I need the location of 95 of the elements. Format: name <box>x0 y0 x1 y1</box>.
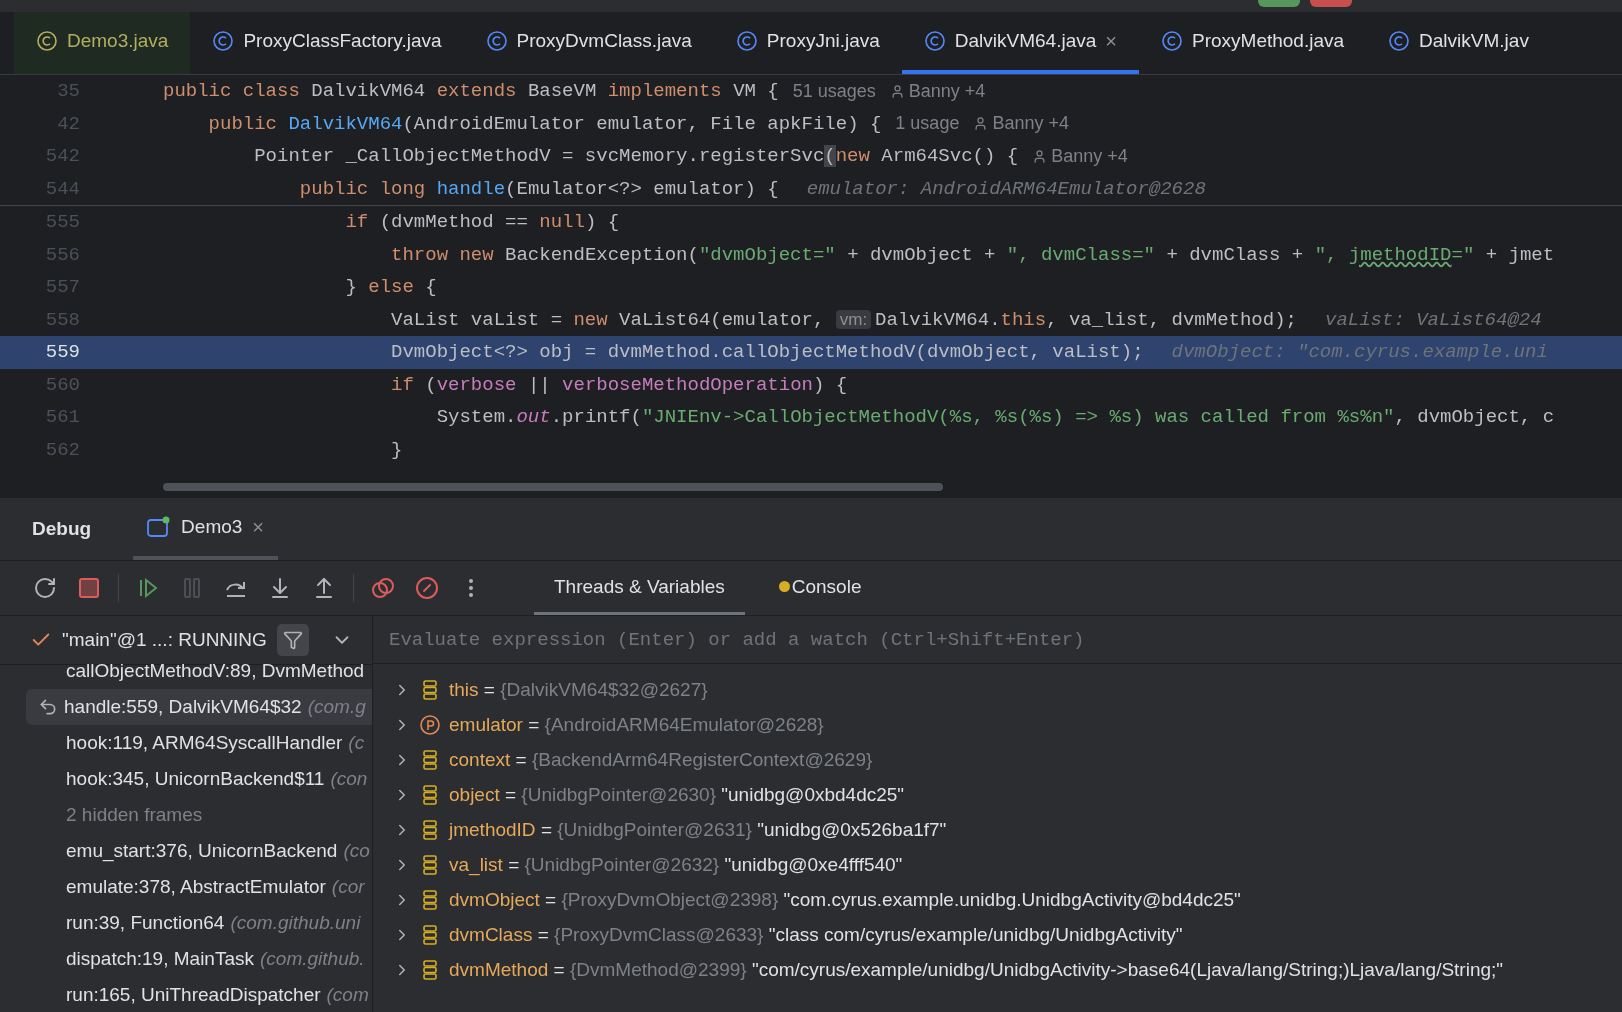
code-line: System.out.printf("JNIEnv->CallObjectMethodV(%s, %s(%s) => %s) was called from %s%n", dvmObject, c <box>435 406 1555 429</box>
stop-widget[interactable] <box>1310 0 1352 7</box>
inline-value-hint: vaList: VaList64@24 <box>1325 308 1542 331</box>
person-icon <box>889 83 905 99</box>
inline-value-hint: emulator: AndroidARM64Emulator@2628 <box>806 177 1206 200</box>
hidden-frames-label: 2 hidden frames <box>66 804 203 826</box>
thread-selector[interactable]: "main"@1 ...: RUNNING <box>30 629 267 651</box>
scrollbar[interactable] <box>163 483 943 491</box>
code-line: } <box>390 438 403 461</box>
frame-location: (c <box>348 732 365 754</box>
run-widget[interactable] <box>1258 0 1300 7</box>
variable-text: dvmMethod = {DvmMethod@2399} "com/cyrus/example/unidbg/UnidbgActivity->base64(Ljava/lang/String;)Ljava/lang/String;" <box>449 958 1504 981</box>
frame-location: (con <box>330 768 368 790</box>
editor-tab[interactable]: ProxyJni.java <box>713 12 902 74</box>
editor-tab[interactable]: ProxyMethod.java <box>1139 12 1367 74</box>
frame-name: run:165, UniThreadDispatcher <box>66 984 321 1006</box>
usages-hint[interactable]: 51 usages <box>792 80 876 102</box>
class-icon <box>36 30 58 52</box>
stack-frame[interactable]: run:39, Function64 (com.github.uni <box>26 905 372 941</box>
stack-frame[interactable]: hook:345, UnicornBackend$11 (con <box>26 761 372 797</box>
class-icon <box>212 30 235 52</box>
editor-tab[interactable]: ProxyClassFactory.java <box>190 12 464 74</box>
code-line: if (dvmMethod == null) { <box>344 211 620 234</box>
frame-name: dispatch:19, MainTask <box>66 948 254 970</box>
author-hint[interactable]: Banny +4 <box>973 113 1069 135</box>
editor-tab[interactable]: DalvikVM64.java × <box>901 12 1139 74</box>
frame-name: handle:559, DalvikVM64$32 <box>64 696 302 718</box>
code-line: VaList vaList = new VaList64(emulator, vm: DalvikVM64.this, va_list, dvmMethod); <box>390 308 1297 331</box>
author-text: Banny +4 <box>992 113 1069 135</box>
class-icon <box>485 30 508 52</box>
frame-name: hook:345, UnicornBackend$11 <box>66 768 325 790</box>
stack-frame[interactable]: handle:559, DalvikVM64$32 (com.g <box>26 689 372 725</box>
return-arrow-icon <box>38 697 58 717</box>
editor-tab[interactable]: Demo3.java <box>14 12 191 74</box>
parameter-icon <box>419 713 441 736</box>
stack-frame[interactable]: hook:119, ARM64SyscallHandler (c <box>26 725 372 761</box>
frame-location: (co <box>343 840 370 862</box>
author-text: Banny +4 <box>908 80 986 102</box>
person-icon <box>1032 148 1048 164</box>
code-line: Pointer _CallObjectMethodV = svcMemory.registerSvc(new Arm64Svc() { <box>253 145 1019 168</box>
code-line: public class DalvikVM64 extends BaseVM implements VM { <box>163 80 779 103</box>
inline-value-hint: dvmObject: "com.cyrus.example.uni <box>1171 341 1548 364</box>
person-icon <box>973 116 989 132</box>
line-number: 559 <box>44 341 80 364</box>
frame-location: (com.github. <box>260 948 365 970</box>
usages-hint[interactable]: 1 usage <box>895 113 960 135</box>
frame-name: emulate:378, AbstractEmulator <box>66 876 326 898</box>
window-icon <box>147 516 172 538</box>
filter-button[interactable] <box>276 624 309 656</box>
stack-frame[interactable]: callObjectMethodV:89, DvmMethod <box>26 653 372 689</box>
author-hint[interactable]: Banny +4 <box>1032 145 1128 167</box>
frame-location: (com.g <box>307 696 366 718</box>
frame-name: emu_start:376, UnicornBackend <box>66 840 338 862</box>
variable-text: va_list = {UnidbgPointer@2632} "unidbg@0xe4fff540" <box>449 853 903 876</box>
status-badge-icon <box>778 581 790 592</box>
class-icon <box>1161 30 1183 52</box>
filter-icon <box>282 630 303 650</box>
variable-text: dvmClass = {ProxyDvmClass@2633} "class com/cyrus/example/unidbg/UnidbgActivity" <box>449 923 1183 946</box>
class-icon <box>923 30 946 52</box>
variable-text: this = {DalvikVM64$32@2627} <box>449 678 708 701</box>
stack-frame[interactable]: dispatch:19, MainTask (com.github. <box>26 941 372 977</box>
panel-title: Debug <box>32 518 92 540</box>
view-tab[interactable]: Threads & Variables <box>534 561 745 615</box>
variable-text: emulator = {AndroidARM64Emulator@2628} <box>449 713 824 736</box>
code-line: DvmObject<?> obj = dvmMethod.callObjectMethodV(dvmObject, vaList); <box>390 341 1144 364</box>
variable-text: object = {UnidbgPointer@2630} "unidbg@0xbd4dc25" <box>449 783 905 806</box>
editor-tab[interactable]: DalvikVM.jav <box>1366 12 1551 74</box>
close-icon[interactable]: × <box>252 515 265 539</box>
frame-name: run:39, Function64 <box>66 912 225 934</box>
frame-location: (com <box>326 984 369 1006</box>
evaluate-field[interactable]: Evaluate expression (Enter) or add a watch (Ctrl+Shift+Enter) <box>373 616 1622 664</box>
stack-frame[interactable]: emulate:378, AbstractEmulator (cor <box>26 869 372 905</box>
variable-text: jmethodID = {UnidbgPointer@2631} "unidbg@0x526ba1f7" <box>449 818 947 841</box>
code-line: throw new BackendException("dvmObject=" + dvmObject + ", dvmClass=" + dvmClass + ", jmethodID=" + jmet <box>390 243 1555 266</box>
class-icon <box>735 30 758 52</box>
variable-text: context = {BackendArm64RegisterContext@2629} <box>449 748 873 771</box>
variable-text: dvmObject = {ProxyDvmObject@2398} "com.cyrus.example.unidbg.UnidbgActivity@bd4dc25" <box>449 888 1241 911</box>
code-line: if (verbose || verboseMethodOperation) { <box>390 373 848 396</box>
editor-tab[interactable]: ProxyDvmClass.java <box>463 12 714 74</box>
frame-location: (cor <box>331 876 365 898</box>
close-icon[interactable]: × <box>1105 29 1117 53</box>
class-icon <box>1388 30 1411 52</box>
session-tab[interactable]: Demo3 × <box>133 498 279 560</box>
stack-frame[interactable]: 2 hidden frames <box>26 797 372 833</box>
code-line: } else { <box>344 276 437 299</box>
code-line: public DalvikVM64(AndroidEmulator emulator, File apkFile) { <box>207 112 882 135</box>
author-hint[interactable]: Banny +4 <box>889 80 986 102</box>
view-tab[interactable]: Console <box>758 561 882 615</box>
frame-name: callObjectMethodV:89, DvmMethod <box>66 660 365 682</box>
code-line: public long handle(Emulator<?> emulator) { <box>298 177 779 200</box>
frame-name: hook:119, ARM64SyscallHandler <box>66 732 343 754</box>
stack-frame[interactable]: run:165, UniThreadDispatcher (com <box>26 977 372 1012</box>
author-text: Banny +4 <box>1051 145 1128 167</box>
stack-frame[interactable]: emu_start:376, UnicornBackend (co <box>26 833 372 869</box>
frame-location: (com.github.uni <box>230 912 361 934</box>
